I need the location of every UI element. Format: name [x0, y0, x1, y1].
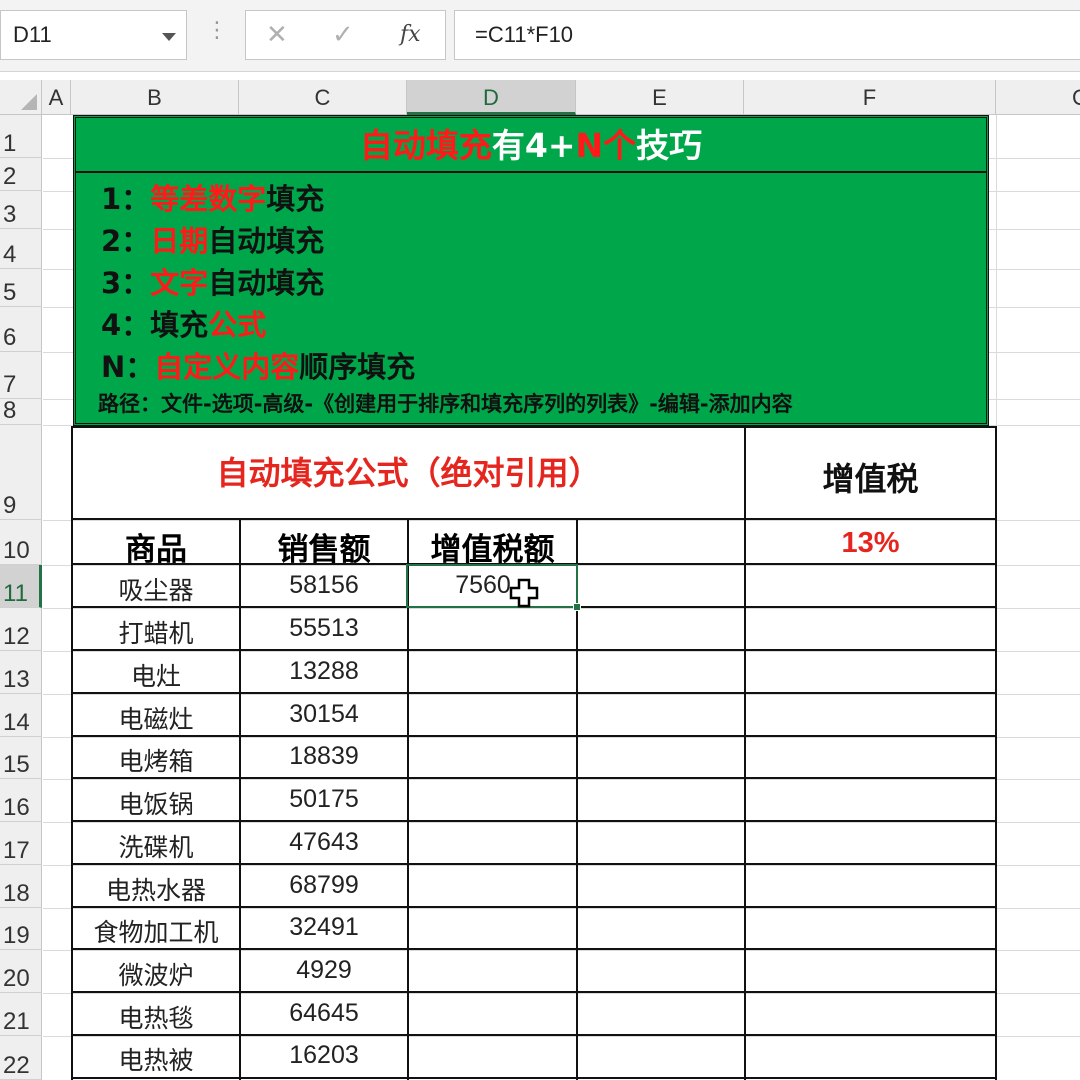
formula-buttons: ✕ ✓ fx	[245, 10, 446, 60]
row-header[interactable]: 18	[0, 865, 42, 908]
cancel-icon[interactable]: ✕	[266, 20, 288, 50]
header-sales[interactable]: 销售额	[241, 524, 407, 569]
select-all-icon	[21, 94, 37, 110]
sales-cell[interactable]: 30154	[241, 700, 407, 729]
product-cell[interactable]: 微波炉	[73, 956, 239, 992]
header-product[interactable]: 商品	[73, 524, 239, 569]
product-cell[interactable]: 食物加工机	[73, 913, 239, 949]
more-vertical-icon[interactable]: ⋮	[206, 20, 228, 42]
settings-path-note: 路径：文件-选项-高级-《创建用于排序和填充序列的列表》-编辑-添加内容	[98, 392, 793, 416]
sales-cell[interactable]: 13288	[241, 657, 407, 686]
row-header[interactable]: 8	[0, 398, 42, 425]
sales-cell[interactable]: 4929	[241, 956, 407, 985]
tip-4: 4：填充公式	[101, 308, 267, 342]
row-header[interactable]: 6	[0, 307, 42, 352]
name-box[interactable]: D11	[0, 10, 187, 60]
product-cell[interactable]: 电热水器	[73, 871, 239, 907]
product-cell[interactable]: 洗碟机	[73, 828, 239, 864]
sales-cell[interactable]: 47643	[241, 828, 407, 857]
column-header-g[interactable]: G	[996, 80, 1080, 115]
row-header[interactable]: 12	[0, 608, 42, 651]
row-header[interactable]: 4	[0, 229, 42, 269]
sales-cell[interactable]: 58156	[241, 571, 407, 600]
product-cell[interactable]: 打蜡机	[73, 614, 239, 650]
row-header[interactable]: 7	[0, 352, 42, 399]
check-icon[interactable]: ✓	[332, 20, 354, 50]
fill-handle[interactable]	[573, 603, 581, 611]
row-header[interactable]: 22	[0, 1036, 42, 1080]
formula-text: =C11*F10	[475, 22, 574, 47]
cell-cursor-icon	[509, 578, 539, 608]
row-header-bar: 1 2 3 4 5 6 7 8 9 10 11 12 13 14 15 16 1…	[0, 115, 42, 1080]
tax-title[interactable]: 增值税	[746, 454, 995, 500]
row-header[interactable]: 11	[0, 565, 42, 608]
row-header[interactable]: 3	[0, 191, 42, 229]
row-header[interactable]: 5	[0, 269, 42, 307]
tips-banner[interactable]: 自动填充有4+N个技巧 1：等差数字填充 2：日期自动填充 3：文字自动填充 4…	[73, 115, 989, 426]
tip-1: 1：等差数字填充	[101, 182, 325, 216]
product-cell[interactable]: 电烤箱	[73, 742, 239, 778]
product-cell[interactable]: 电磁灶	[73, 700, 239, 736]
product-cell[interactable]: 电饭锅	[73, 785, 239, 821]
row-header[interactable]: 2	[0, 158, 42, 191]
insert-function-icon[interactable]: fx	[400, 20, 421, 50]
row-header[interactable]: 17	[0, 822, 42, 865]
tip-3: 3：文字自动填充	[101, 266, 325, 300]
row-header[interactable]: 19	[0, 908, 42, 950]
column-header-e[interactable]: E	[576, 80, 744, 115]
column-header-d[interactable]: D	[407, 80, 576, 115]
tip-2: 2：日期自动填充	[101, 224, 325, 258]
product-cell[interactable]: 吸尘器	[73, 571, 239, 607]
sales-cell[interactable]: 18839	[241, 742, 407, 771]
sales-cell[interactable]: 55513	[241, 614, 407, 643]
column-header-a[interactable]: A	[42, 80, 71, 115]
row-header[interactable]: 10	[0, 520, 42, 565]
row-header[interactable]: 20	[0, 950, 42, 993]
row-header[interactable]: 16	[0, 779, 42, 822]
sales-cell[interactable]: 16203	[241, 1041, 407, 1070]
section-title[interactable]: 自动填充公式（绝对引用）	[73, 448, 744, 494]
row-header[interactable]: 15	[0, 737, 42, 779]
sales-cell[interactable]: 68799	[241, 871, 407, 900]
sales-cell[interactable]: 50175	[241, 785, 407, 814]
tax-rate-cell[interactable]: 13%	[746, 527, 995, 560]
header-tax-amount[interactable]: 增值税额	[409, 524, 576, 569]
product-cell[interactable]: 电热毯	[73, 999, 239, 1035]
sales-cell[interactable]: 64645	[241, 999, 407, 1028]
row-header[interactable]: 14	[0, 694, 42, 737]
chevron-down-icon[interactable]	[162, 33, 176, 41]
formula-input[interactable]: =C11*F10	[454, 10, 1080, 60]
select-all-button[interactable]	[0, 80, 42, 115]
row-header[interactable]: 1	[0, 115, 42, 158]
product-cell[interactable]: 电灶	[73, 657, 239, 693]
column-header-b[interactable]: B	[71, 80, 239, 115]
product-cell[interactable]: 电热被	[73, 1041, 239, 1077]
row-header[interactable]: 9	[0, 425, 42, 520]
column-header-f[interactable]: F	[744, 80, 996, 115]
column-header-c[interactable]: C	[239, 80, 407, 115]
row-header[interactable]: 21	[0, 993, 42, 1036]
row-header[interactable]: 13	[0, 651, 42, 694]
active-cell-selection[interactable]	[406, 564, 578, 608]
name-box-value: D11	[13, 22, 52, 47]
column-header-bar: A B C D E F G	[0, 80, 1080, 115]
banner-title: 自动填充有4+N个技巧	[76, 118, 986, 173]
tip-n: N：自定义内容顺序填充	[101, 350, 416, 384]
formula-bar: D11 ⋮ ✕ ✓ fx =C11*F10	[0, 0, 1080, 72]
sales-cell[interactable]: 32491	[241, 913, 407, 942]
